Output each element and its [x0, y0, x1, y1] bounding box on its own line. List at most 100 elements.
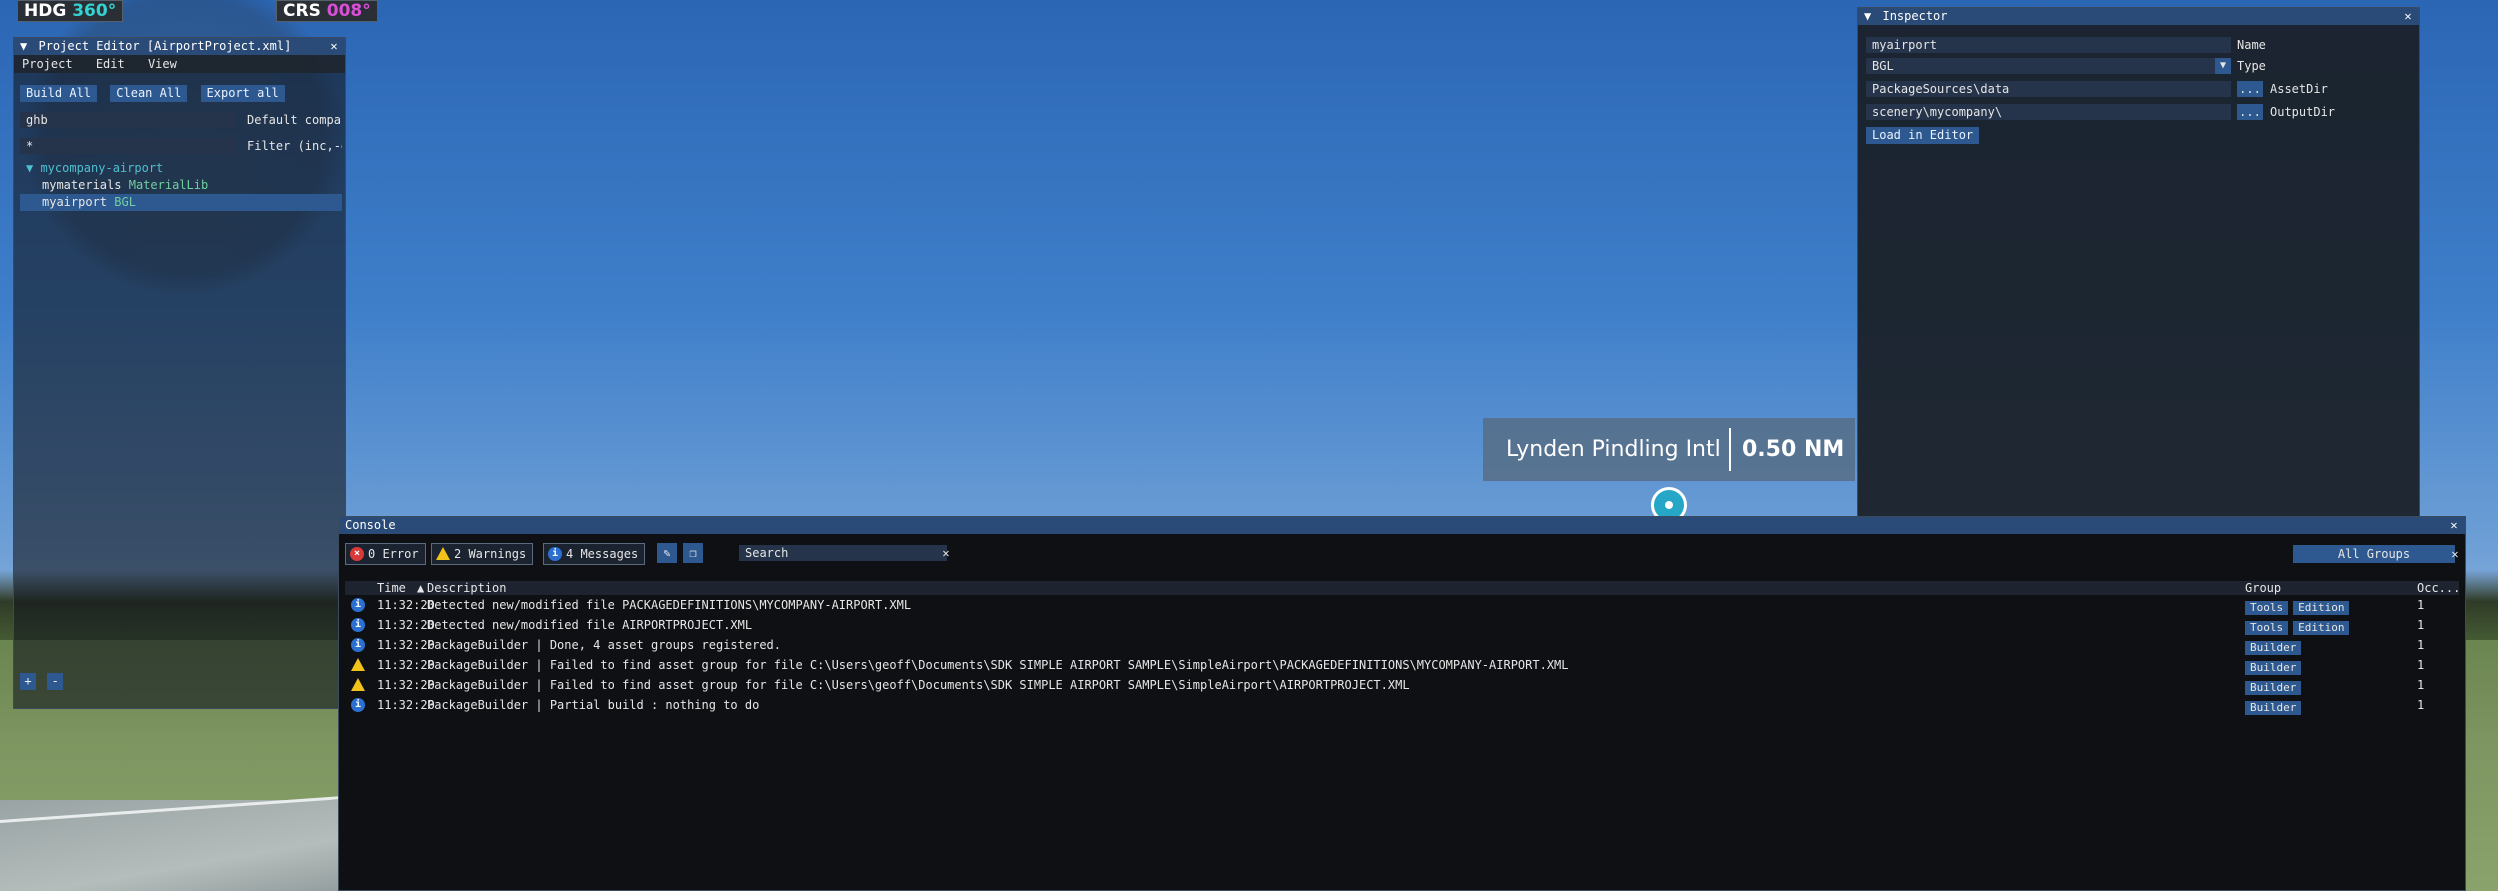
outputdir-label: OutputDir	[2270, 105, 2336, 119]
row-occurrences: 1	[2417, 598, 2425, 612]
col-occurrences[interactable]: Occ...	[2417, 581, 2460, 595]
row-description: PackageBuilder | Partial build : nothing…	[427, 698, 760, 712]
warning-filter-button[interactable]: 2 Warnings	[431, 543, 534, 565]
copy-icon[interactable]: ❐	[683, 543, 703, 563]
message-filter-button[interactable]: i 4 Messages	[543, 543, 646, 565]
error-filter-button[interactable]: × 0 Error	[345, 543, 426, 565]
build-all-button[interactable]: Build All	[20, 85, 98, 102]
filter-label: Filter (inc,-exc)	[247, 139, 342, 153]
menu-view[interactable]: View	[148, 57, 177, 71]
warning-count: 2 Warnings	[454, 547, 527, 561]
chevron-down-icon[interactable]: ▼	[2215, 58, 2231, 74]
inspector-title: Inspector	[1882, 9, 1948, 23]
row-description: Detected new/modified file AIRPORTPROJEC…	[427, 618, 753, 632]
row-occurrences: 1	[2417, 678, 2425, 692]
hdg-label: HDG	[24, 1, 67, 21]
project-tree: ▼ mycompany-airport mymaterials Material…	[20, 160, 342, 211]
col-group[interactable]: Group	[2245, 581, 2281, 595]
table-row[interactable]: i 11:32:20 PackageBuilder | Partial build …	[345, 695, 2459, 715]
row-groups: Tools Edition	[2245, 617, 2354, 635]
eraser-icon[interactable]: ✎	[657, 543, 677, 563]
tree-item-type: BGL	[114, 195, 136, 209]
type-select[interactable]: BGL	[1866, 58, 2215, 74]
crs-value: 008°	[326, 1, 371, 21]
filter-input[interactable]: *	[20, 138, 235, 154]
col-description[interactable]: Description	[427, 581, 506, 595]
tree-item-type: MaterialLib	[128, 178, 209, 192]
table-row[interactable]: i 11:32:20 Detected new/modified file PACK…	[345, 595, 2459, 615]
table-row[interactable]: i 11:32:20 Detected new/modified file AIRP…	[345, 615, 2459, 635]
company-label: Default company	[247, 113, 342, 127]
load-in-editor-button[interactable]: Load in Editor	[1866, 127, 1980, 144]
tree-actions: + -	[20, 673, 67, 690]
inspector-window: ▼ Inspector ✕ myairport Name BGL ▼ Type …	[1857, 7, 2420, 517]
name-label: Name	[2237, 38, 2266, 52]
table-row[interactable]: i 11:32:20 PackageBuilder | Done, 4 asset …	[345, 635, 2459, 655]
groups-dropdown[interactable]: All Groups	[2293, 545, 2455, 563]
outputdir-input[interactable]: scenery\mycompany\	[1866, 104, 2231, 120]
row-occurrences: 1	[2417, 698, 2425, 712]
col-time[interactable]: Time	[377, 581, 406, 595]
menu-project[interactable]: Project	[22, 57, 73, 71]
browse-outputdir-button[interactable]: ...	[2237, 104, 2263, 120]
project-editor-titlebar[interactable]: ▼ Project Editor [AirportProject.xml] ✕	[14, 38, 345, 55]
assetdir-input[interactable]: PackageSources\data	[1866, 81, 2231, 97]
group-tag[interactable]: Edition	[2293, 621, 2350, 635]
airport-distance-label: Lynden Pindling Intl 0.50 NM	[1483, 418, 1855, 481]
tree-root-label: mycompany-airport	[40, 161, 164, 175]
row-occurrences: 1	[2417, 618, 2425, 632]
console-titlebar[interactable]: Console ✕	[339, 517, 2465, 534]
project-editor-title: Project Editor [AirportProject.xml]	[38, 39, 292, 53]
log-table-header: Time ▲ Description Group Occ...	[345, 581, 2460, 595]
group-tag[interactable]: Edition	[2293, 601, 2350, 615]
remove-item-button[interactable]: -	[47, 673, 64, 690]
tree-item-mymaterials[interactable]: mymaterials MaterialLib	[20, 177, 342, 194]
collapse-triangle-icon[interactable]: ▼	[1864, 8, 1871, 25]
table-row[interactable]: 11:32:20 PackageBuilder | Failed to find …	[345, 675, 2459, 695]
info-icon: i	[351, 598, 365, 612]
name-input[interactable]: myairport	[1866, 37, 2231, 53]
group-tag[interactable]: Tools	[2245, 601, 2289, 615]
tree-item-myairport[interactable]: myairport BGL	[20, 194, 342, 211]
close-icon[interactable]: ✕	[327, 38, 341, 55]
clean-all-button[interactable]: Clean All	[110, 85, 188, 102]
table-row[interactable]: 11:32:20 PackageBuilder | Failed to find …	[345, 655, 2459, 675]
outputdir-row: scenery\mycompany\ ... OutputDir	[1866, 104, 2414, 120]
course-readout: CRS 008°	[276, 0, 378, 22]
group-tag[interactable]: Builder	[2245, 681, 2302, 695]
close-icon[interactable]: ✕	[2447, 517, 2461, 534]
tree-root-item[interactable]: ▼ mycompany-airport	[20, 160, 342, 177]
close-icon[interactable]: ✕	[2401, 8, 2415, 25]
console-title: Console	[345, 518, 396, 532]
menu-edit[interactable]: Edit	[96, 57, 125, 71]
search-input[interactable]: Search	[739, 545, 947, 561]
row-groups: Builder	[2245, 677, 2306, 695]
row-description: PackageBuilder | Done, 4 asset groups re…	[427, 638, 782, 652]
name-row: myairport Name	[1866, 37, 2414, 53]
message-count: 4 Messages	[566, 547, 639, 561]
warning-icon	[351, 658, 365, 671]
info-icon: i	[351, 638, 365, 652]
group-tag[interactable]: Builder	[2245, 701, 2302, 715]
row-description: PackageBuilder | Failed to find asset gr…	[427, 678, 1410, 692]
hdg-value: 360°	[72, 1, 117, 21]
browse-assetdir-button[interactable]: ...	[2237, 81, 2263, 97]
clear-groups-icon[interactable]: ✕	[2447, 545, 2463, 563]
group-tag[interactable]: Tools	[2245, 621, 2289, 635]
airport-distance: 0.50 NM	[1742, 437, 1845, 462]
clear-search-icon[interactable]: ✕	[938, 545, 954, 561]
export-all-button[interactable]: Export all	[200, 85, 285, 102]
row-groups: Builder	[2245, 637, 2306, 655]
project-editor-window: ▼ Project Editor [AirportProject.xml] ✕ …	[13, 37, 346, 709]
tree-item-name: myairport	[42, 195, 108, 209]
row-groups: Builder	[2245, 657, 2306, 675]
crs-label: CRS	[283, 1, 321, 21]
collapse-triangle-icon[interactable]: ▼	[20, 38, 27, 55]
group-tag[interactable]: Builder	[2245, 641, 2302, 655]
row-description: PackageBuilder | Failed to find asset gr…	[427, 658, 1569, 672]
inspector-titlebar[interactable]: ▼ Inspector ✕	[1858, 8, 2419, 25]
add-item-button[interactable]: +	[20, 673, 36, 690]
group-tag[interactable]: Builder	[2245, 661, 2302, 675]
company-input[interactable]: ghb	[20, 112, 235, 128]
warning-icon	[351, 678, 365, 691]
